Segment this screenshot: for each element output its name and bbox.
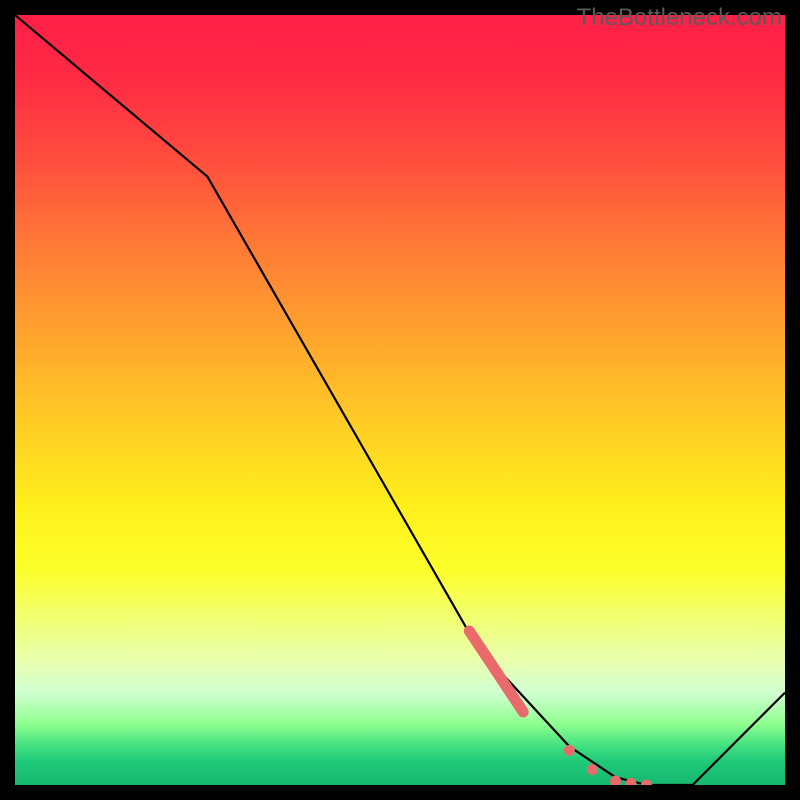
marker-band [469,631,652,785]
chart-svg [15,15,785,785]
marker-dot [610,776,621,785]
marker-dot [564,745,575,756]
chart-plot-area [15,15,785,785]
watermark-text: TheBottleneck.com [577,4,782,32]
marker-dot [626,778,637,785]
marker-dot [641,780,652,786]
curve-path [15,15,785,785]
marker-band-stroke [469,631,523,712]
marker-dot [587,764,598,775]
bottleneck-curve [15,15,785,785]
